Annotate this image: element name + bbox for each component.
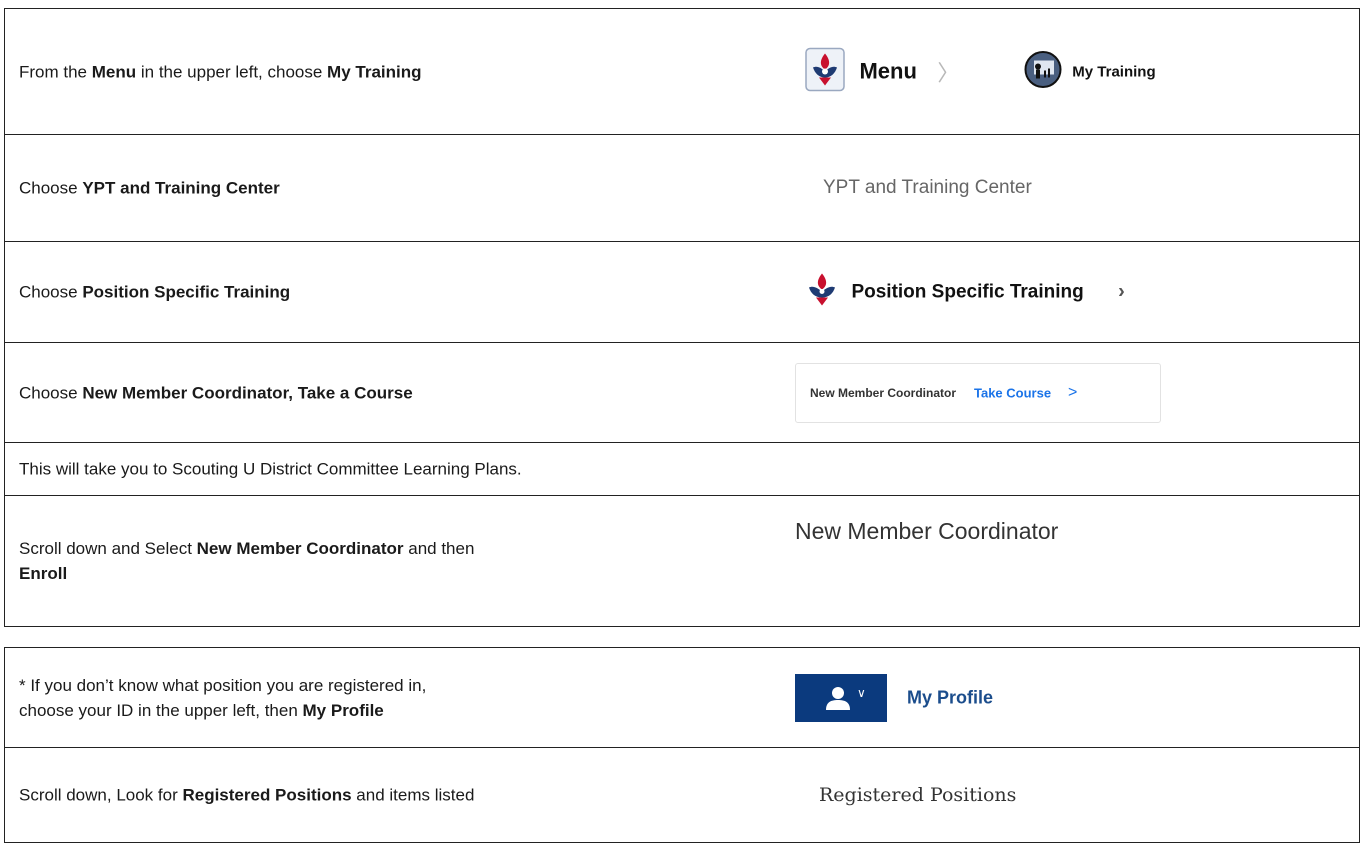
ypt-visual[interactable]: YPT and Training Center (823, 177, 1032, 199)
ypt-training-center-link[interactable]: YPT and Training Center (823, 177, 1032, 198)
step-row-registered-positions: Scroll down, Look for Registered Positio… (5, 748, 1359, 842)
position-specific-bold: Position Specific Training (82, 282, 291, 302)
chevron-right-icon[interactable]: > (1068, 384, 1077, 402)
nmc-visual[interactable]: New Member Coordinator (795, 518, 1058, 545)
step-text: Choose YPT and Training Center (19, 178, 280, 198)
info-text: This will take you to Scouting U Distric… (19, 459, 522, 479)
bsa-fleur-icon (805, 272, 839, 313)
my-training-bold: My Training (327, 62, 422, 81)
take-course-bold: New Member Coordinator, Take a Course (82, 383, 413, 402)
chevron-right-icon[interactable]: › (1118, 281, 1125, 303)
step-row-enroll: Scroll down and Select New Member Coordi… (5, 496, 1359, 625)
registered-positions-visual: Registered Positions (819, 784, 1016, 806)
nmc-bold: New Member Coordinator (196, 538, 404, 558)
chevron-right-icon: 〉 (937, 60, 960, 86)
menu-visual: Menu 〉 My Training (805, 47, 1156, 96)
step-row-info: This will take you to Scouting U Distric… (5, 443, 1359, 496)
instructions-table-2: * If you don’t know what position you ar… (4, 647, 1360, 843)
step-row-my-profile: * If you don’t know what position you ar… (5, 648, 1359, 748)
user-id-menu-button[interactable]: ∨ (795, 673, 887, 722)
instructions-table-1: From the Menu in the upper left, choose … (4, 8, 1360, 627)
position-specific-visual[interactable]: Position Specific Training › (805, 272, 1125, 313)
take-course-link[interactable]: Take Course (974, 385, 1051, 400)
step-text: * If you don’t know what position you ar… (19, 675, 427, 720)
step-text: From the Menu in the upper left, choose … (19, 62, 422, 81)
menu-label[interactable]: Menu (859, 59, 916, 84)
new-member-coordinator-link[interactable]: New Member Coordinator (795, 518, 1058, 544)
my-training-label[interactable]: My Training (1072, 63, 1155, 80)
enroll-bold: Enroll (19, 563, 68, 583)
my-profile-bold: My Profile (302, 700, 384, 720)
ypt-bold: YPT and Training Center (82, 178, 280, 198)
step-text: Scroll down, Look for Registered Positio… (19, 785, 475, 805)
step-text: Scroll down and Select New Member Coordi… (19, 538, 475, 583)
step-row-menu: From the Menu in the upper left, choose … (5, 9, 1359, 135)
registered-positions-heading: Registered Positions (819, 784, 1017, 806)
step-text: Choose New Member Coordinator, Take a Co… (19, 383, 413, 402)
course-card: New Member Coordinator Take Course > (795, 362, 1161, 423)
course-name: New Member Coordinator (810, 385, 957, 400)
step-row-position-specific: Choose Position Specific Training Positi… (5, 242, 1359, 343)
bsa-emblem-icon (805, 47, 845, 96)
step-text: Choose Position Specific Training (19, 282, 291, 302)
chevron-down-icon: ∨ (857, 685, 866, 700)
step-row-ypt: Choose YPT and Training Center YPT and T… (5, 135, 1359, 242)
my-training-icon (1024, 50, 1062, 93)
user-icon (825, 686, 851, 715)
registered-positions-bold: Registered Positions (182, 785, 352, 805)
step-row-take-course: Choose New Member Coordinator, Take a Co… (5, 343, 1359, 443)
my-profile-link[interactable]: My Profile (907, 687, 993, 708)
position-specific-label[interactable]: Position Specific Training (851, 281, 1083, 302)
menu-bold: Menu (91, 62, 137, 81)
